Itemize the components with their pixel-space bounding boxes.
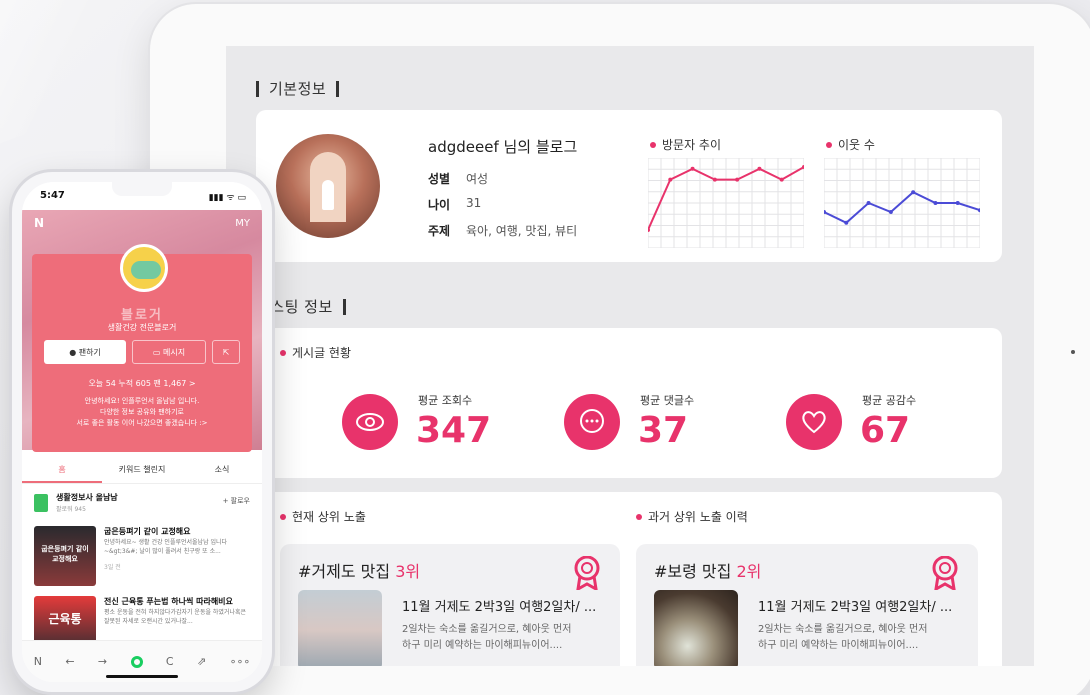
basic-info-header: 기본정보 [256, 78, 340, 99]
naver-logo[interactable]: N [34, 216, 44, 230]
post-title: 전신 근육통 푸는법 하나씩 따라해비요 [104, 597, 233, 606]
posting-stats-card: 게시글 현황 평균 조회수 347 평균 댓글수 37 평균 공감수 67 [256, 328, 1002, 478]
profile-card: 블로거 생활건강 전문블로거 ● 팬하기 ▭ 메시지 ⇱ 오늘 54 누적 60… [32, 244, 252, 452]
avg-views-value: 347 [416, 410, 492, 451]
neighbors-chart [824, 158, 980, 248]
heart-icon [786, 394, 842, 450]
tablet-camera [1071, 350, 1075, 354]
award-icon [574, 556, 600, 590]
phone-notch [112, 182, 172, 196]
post-thumbnail: 굽은등펴기 같이 교정해요 [34, 526, 96, 586]
current-exposure-label: 현재 상위 노출 [280, 508, 366, 525]
data-point [933, 201, 938, 205]
tablet-screen: 기본정보 adgdeeef 님의 블로그 성별 여성 나이 31 주제 육아, 여행,… [226, 46, 1034, 666]
blog-tabs: 홈 키워드 챌린지 소식 [22, 458, 262, 484]
visitor-trend-chart [648, 158, 804, 248]
list-item[interactable]: 굽은등펴기 같이 교정해요 굽은등펴기 같이 교정해요 안녕하세요~ 생활 건강… [34, 526, 250, 590]
nickname: 블로거 [121, 308, 163, 323]
eye-icon [342, 394, 398, 450]
notice-follow-button[interactable]: + 팔로우 [223, 496, 250, 506]
avg-likes-label: 평균 공감수 [862, 394, 917, 407]
forward-icon[interactable]: → [98, 655, 107, 668]
blogger-role: 생활건강 전문블로거 [107, 323, 177, 332]
blog-name: adgdeeef 님의 블로그 [428, 138, 578, 156]
avg-comments-label: 평균 댓글수 [640, 394, 695, 407]
past-exposure-label: 과거 상위 노출 이력 [636, 508, 748, 525]
data-point [911, 190, 916, 195]
home-indicator [106, 675, 178, 678]
data-point [844, 220, 849, 225]
data-point [735, 177, 740, 182]
post-title: 11월 거제도 2박3일 여행2일차/ ... [402, 600, 597, 615]
visit-stats: 오늘 54 누적 605 팬 1,467 > [88, 379, 196, 388]
notice-row: 생활정보사 올남남 팔로워 945 + 팔로우 [34, 492, 250, 518]
blog-cover: N MY 블로거 생활건강 전문블로거 ● 팬하기 ▭ 메시지 ⇱ 오늘 54 … [22, 210, 262, 452]
post-description: 2일차는 숙소를 옮길거으로, 혜아웃 먼저 하구 미리 예약하는 마이해피뉴이… [402, 624, 572, 651]
notice-name: 생활정보사 올남남 [56, 493, 118, 502]
data-point [757, 166, 762, 171]
post-title: 11월 거제도 2박3일 여행2일차/ ... [758, 600, 953, 615]
basic-info-card: adgdeeef 님의 블로그 성별 여성 나이 31 주제 육아, 여행, 맛집, … [256, 110, 1002, 262]
phone-screen: 5:47 ▮▮▮ ᯤ ▭ N MY 블로거 생활건강 전문블로거 ● 팬하기 ▭… [22, 182, 262, 682]
naver-tab-icon[interactable]: N [34, 655, 42, 668]
data-point [690, 166, 695, 171]
data-point [668, 177, 673, 182]
more-icon[interactable]: ∘∘∘ [230, 655, 251, 668]
post-description: 2일차는 숙소를 옮길거으로, 혜아웃 먼저 하구 미리 예약하는 마이해피뉴이… [758, 624, 928, 651]
rank-keyword: #거제도 맛집 3위 [298, 562, 421, 581]
message-button[interactable]: ▭ 메시지 [132, 340, 206, 364]
data-point [955, 201, 960, 205]
blog-intro: 안녕하세요! 인플루언서 올남남 입니다. 다양한 정보 공유와 팬하기로 서로… [76, 397, 208, 427]
info-topic: 주제 육아, 여행, 맛집, 뷰티 [428, 224, 578, 238]
info-age: 나이 31 [428, 196, 482, 212]
home-icon[interactable] [130, 655, 143, 668]
share-icon[interactable]: ⇗ [197, 655, 206, 668]
tab-home[interactable]: 홈 [22, 458, 102, 483]
avg-likes-value: 67 [860, 410, 911, 451]
post-description: 평소 운동을 전혀 하지않다가갑자기 운동을 하였거나혹은 잘못된 자세로 오랜… [104, 609, 247, 625]
neighbors-title: 이웃 수 [826, 136, 875, 153]
visitor-trend-title: 방문자 추이 [650, 136, 721, 153]
share-icon[interactable]: ⇱ [212, 340, 240, 364]
rank-card-boryeong[interactable]: #보령 맛집 2위 11월 거제도 2박3일 여행2일차/ ... 2일차는 숙… [636, 544, 978, 666]
post-title: 굽은등펴기 같이 교정해요 [104, 527, 191, 536]
status-bar: 5:47 ▮▮▮ ᯤ ▭ [22, 182, 262, 210]
tab-news[interactable]: 소식 [182, 458, 262, 483]
exposure-card: 현재 상위 노출 과거 상위 노출 이력 #거제도 맛집 3위 11월 거제도 … [256, 492, 1002, 666]
chat-bubble-icon [564, 394, 620, 450]
follow-button[interactable]: ● 팬하기 [44, 340, 126, 364]
data-point [888, 210, 893, 214]
status-icons: ▮▮▮ ᯤ ▭ [208, 193, 246, 203]
post-thumbnail [654, 590, 738, 666]
rank-card-geoje[interactable]: #거제도 맛집 3위 11월 거제도 2박3일 여행2일차/ ... 2일차는 … [280, 544, 620, 666]
avg-comments-value: 37 [638, 410, 689, 451]
post-thumbnail [298, 590, 382, 666]
post-date: 3일 전 [104, 564, 121, 571]
data-point [866, 201, 871, 205]
refresh-icon[interactable]: C [166, 655, 174, 668]
status-time: 5:47 [40, 190, 65, 201]
book-icon [34, 494, 48, 512]
tablet-frame: 기본정보 adgdeeef 님의 블로그 성별 여성 나이 31 주제 육아, 여행,… [150, 4, 1090, 695]
post-description: 안녕하세요~ 생활 건강 인플루언서올남남 입니다~&gt;3&#; 날이 많이… [104, 539, 228, 555]
award-icon [932, 556, 958, 590]
data-point [779, 177, 784, 182]
notice-sub: 팔로워 945 [56, 506, 86, 513]
tab-keyword-challenge[interactable]: 키워드 챌린지 [102, 458, 182, 483]
profile-avatar[interactable] [120, 244, 168, 292]
info-gender: 성별 여성 [428, 172, 489, 186]
blog-avatar[interactable] [276, 134, 380, 238]
phone-frame: 5:47 ▮▮▮ ᯤ ▭ N MY 블로거 생활건강 전문블로거 ● 팬하기 ▭… [12, 172, 272, 692]
my-link[interactable]: MY [235, 218, 250, 229]
data-point [712, 177, 717, 182]
rank-keyword: #보령 맛집 2위 [654, 562, 762, 581]
posting-status-label: 게시글 현황 [280, 344, 351, 361]
avg-views-label: 평균 조회수 [418, 394, 473, 407]
back-icon[interactable]: ← [65, 655, 74, 668]
